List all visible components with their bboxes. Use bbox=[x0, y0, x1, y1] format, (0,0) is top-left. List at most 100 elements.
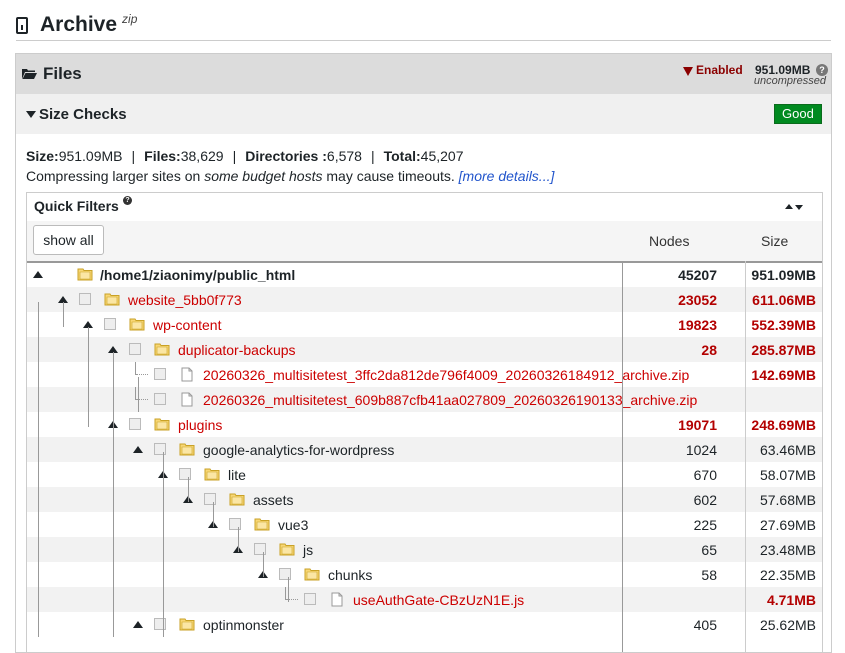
select-checkbox[interactable] bbox=[79, 293, 91, 305]
expand-toggle-icon[interactable] bbox=[32, 269, 44, 279]
files-title: Files bbox=[43, 64, 82, 83]
select-checkbox[interactable] bbox=[129, 343, 141, 355]
node-size: 4.71MB bbox=[766, 592, 816, 608]
tree-connector bbox=[38, 302, 39, 637]
tree-connector bbox=[136, 374, 148, 376]
folder-icon bbox=[229, 493, 245, 506]
node-size: 285.87MB bbox=[751, 342, 816, 358]
archive-format-label: zip bbox=[122, 12, 138, 26]
quick-filters-box: Quick Filters ? show all Nodes Size /hom… bbox=[26, 192, 823, 652]
node-size: 57.68MB bbox=[759, 492, 816, 508]
node-name[interactable]: chunks bbox=[328, 567, 372, 583]
select-checkbox[interactable] bbox=[229, 518, 241, 530]
folder-icon bbox=[179, 618, 195, 631]
timeout-note: Compressing larger sites on some budget … bbox=[26, 168, 554, 184]
tree-row[interactable]: assets 602 57.68MB bbox=[27, 487, 822, 512]
select-checkbox[interactable] bbox=[154, 618, 166, 630]
tree-row[interactable]: plugins 19071 248.69MB bbox=[27, 412, 822, 437]
filter-enabled-icon bbox=[683, 67, 693, 76]
node-size: 23.48MB bbox=[759, 542, 816, 558]
folder-icon bbox=[77, 268, 93, 281]
node-count: 225 bbox=[693, 517, 717, 533]
tree-row[interactable]: google-analytics-for-wordpress 1024 63.46M… bbox=[27, 437, 822, 462]
node-name[interactable]: google-analytics-for-wordpress bbox=[203, 442, 394, 458]
node-size: 25.62MB bbox=[759, 617, 816, 633]
more-details-link[interactable]: [more details...] bbox=[459, 168, 555, 184]
node-size: 22.35MB bbox=[759, 567, 816, 583]
column-nodes[interactable]: Nodes bbox=[649, 233, 689, 249]
node-name[interactable]: plugins bbox=[178, 417, 222, 433]
node-count: 28 bbox=[701, 342, 717, 358]
file-icon bbox=[181, 392, 193, 407]
node-size: 58.07MB bbox=[759, 467, 816, 483]
select-checkbox[interactable] bbox=[154, 443, 166, 455]
tree-connector bbox=[213, 502, 214, 527]
tree-connector bbox=[263, 552, 264, 577]
node-name[interactable]: lite bbox=[228, 467, 246, 483]
title-divider bbox=[16, 40, 831, 41]
column-divider bbox=[745, 261, 746, 652]
node-name[interactable]: /home1/ziaonimy/public_html bbox=[100, 267, 295, 283]
tree-row[interactable]: 20260326_multisitetest_3ffc2da812de796f4… bbox=[27, 362, 822, 387]
folder-open-icon bbox=[22, 69, 37, 79]
node-name[interactable]: assets bbox=[253, 492, 293, 508]
node-name[interactable]: wp-content bbox=[153, 317, 221, 333]
caret-down-icon bbox=[26, 111, 36, 118]
tree-row[interactable]: duplicator-backups 28 285.87MB bbox=[27, 337, 822, 362]
node-name[interactable]: useAuthGate-CBzUzN1E.js bbox=[353, 592, 524, 608]
tree-connector bbox=[285, 587, 286, 600]
folder-icon bbox=[179, 443, 195, 456]
tree-row[interactable]: js 65 23.48MB bbox=[27, 537, 822, 562]
select-checkbox[interactable] bbox=[279, 568, 291, 580]
node-count: 1024 bbox=[685, 442, 717, 458]
tree-connector bbox=[113, 352, 114, 637]
files-value: 38,629 bbox=[180, 148, 224, 164]
tree-row[interactable]: useAuthGate-CBzUzN1E.js 4.71MB bbox=[27, 587, 822, 612]
node-count: 670 bbox=[693, 467, 717, 483]
node-name[interactable]: website_5bb0f773 bbox=[128, 292, 242, 308]
expand-toggle-icon[interactable] bbox=[132, 619, 144, 629]
tree-connector bbox=[238, 527, 239, 552]
node-count: 58 bbox=[701, 567, 717, 583]
quick-filters-title: Quick Filters bbox=[34, 198, 119, 214]
filter-status: Enabled bbox=[696, 63, 743, 77]
file-icon bbox=[331, 592, 343, 607]
node-name[interactable]: optinmonster bbox=[203, 617, 284, 633]
tree-table-header: show all Nodes Size bbox=[27, 221, 822, 263]
select-checkbox[interactable] bbox=[204, 493, 216, 505]
node-name[interactable]: 20260326_multisitetest_609b887cfb41aa027… bbox=[203, 392, 697, 408]
sort-icon[interactable] bbox=[784, 202, 804, 212]
node-name[interactable]: js bbox=[303, 542, 313, 558]
tree-row[interactable]: 20260326_multisitetest_609b887cfb41aa027… bbox=[27, 387, 822, 412]
tree-row[interactable]: website_5bb0f773 23052 611.06MB bbox=[27, 287, 822, 312]
tree-row[interactable]: wp-content 19823 552.39MB bbox=[27, 312, 822, 337]
folder-icon bbox=[279, 543, 295, 556]
select-checkbox[interactable] bbox=[304, 593, 316, 605]
dirs-label: Directories : bbox=[245, 148, 327, 164]
node-name[interactable]: vue3 bbox=[278, 517, 308, 533]
node-name[interactable]: duplicator-backups bbox=[178, 342, 296, 358]
size-checks-header[interactable]: Size Checks Good bbox=[16, 94, 831, 134]
select-checkbox[interactable] bbox=[104, 318, 116, 330]
select-checkbox[interactable] bbox=[154, 393, 166, 405]
tree-row[interactable]: optinmonster 405 25.62MB bbox=[27, 612, 822, 637]
page-title: Archive bbox=[40, 13, 118, 36]
node-name[interactable]: 20260326_multisitetest_3ffc2da812de796f4… bbox=[203, 367, 689, 383]
tree-row[interactable]: /home1/ziaonimy/public_html 45207 951.09MB bbox=[27, 262, 822, 287]
expand-toggle-icon[interactable] bbox=[132, 444, 144, 454]
tree-connector bbox=[135, 362, 136, 375]
select-checkbox[interactable] bbox=[129, 418, 141, 430]
file-icon bbox=[181, 367, 193, 382]
column-size[interactable]: Size bbox=[761, 233, 788, 249]
size-note: uncompressed bbox=[753, 75, 826, 87]
tree-row[interactable]: lite 670 58.07MB bbox=[27, 462, 822, 487]
select-checkbox[interactable] bbox=[254, 543, 266, 555]
tree-row[interactable]: vue3 225 27.69MB bbox=[27, 512, 822, 537]
help-icon[interactable]: ? bbox=[123, 196, 132, 205]
tree-row[interactable]: chunks 58 22.35MB bbox=[27, 562, 822, 587]
node-size: 142.69MB bbox=[751, 367, 816, 383]
select-checkbox[interactable] bbox=[154, 368, 166, 380]
files-header[interactable]: Files Enabled 951.09MB ? uncompressed bbox=[16, 54, 831, 94]
show-all-button[interactable]: show all bbox=[33, 225, 104, 255]
select-checkbox[interactable] bbox=[179, 468, 191, 480]
